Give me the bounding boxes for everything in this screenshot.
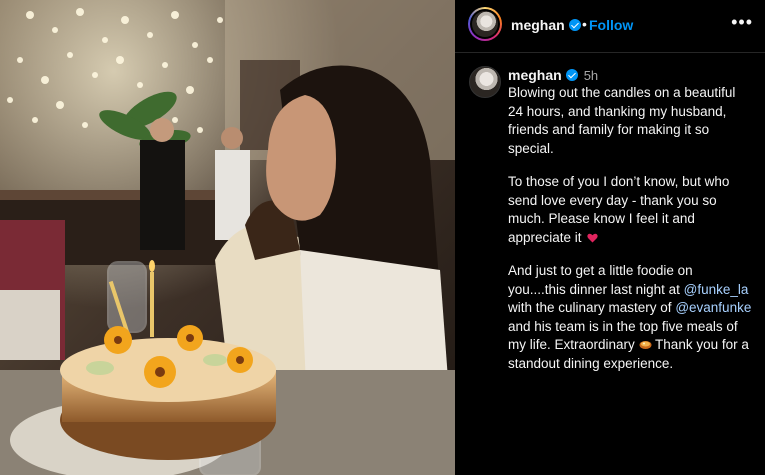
birthday-photo-illustration [0,0,455,475]
caption-paragraph-3b: with the culinary mastery of [508,300,676,315]
caption-avatar[interactable] [469,66,501,98]
caption-paragraph-3a: And just to get a little foodie on you..… [508,263,693,297]
mention-link-funke-la[interactable]: @funke_la [684,282,749,297]
post-photo[interactable] [0,0,455,475]
shallow-pan-food-emoji-icon [639,337,652,352]
red-heart-emoji-icon [587,233,598,243]
caption-paragraph-2-text: To those of you I don’t know, but who se… [508,174,730,245]
caption-text: Blowing out the candles on a beautiful 2… [508,84,754,388]
story-ring-avatar[interactable] [468,7,502,41]
verified-badge-icon [565,69,578,81]
caption-paragraph-2: To those of you I don’t know, but who se… [508,173,754,247]
caption-paragraph-3: And just to get a little foodie on you..… [508,262,754,373]
post-timestamp[interactable]: 5h [584,68,598,83]
more-options-icon[interactable]: ••• [731,13,753,31]
header-username-wrap[interactable]: meghan [511,17,581,33]
header-username[interactable]: meghan [511,17,565,33]
caption-header: meghan 5h [508,67,598,83]
post-header: meghan • Follow ••• [455,0,765,53]
header-separator: • [582,16,587,32]
follow-button[interactable]: Follow [589,17,633,33]
mention-link-evanfunke[interactable]: @evanfunke [675,300,751,315]
caption-paragraph-1: Blowing out the candles on a beautiful 2… [508,85,736,156]
caption-username[interactable]: meghan [508,67,562,83]
verified-badge-icon [568,19,581,31]
post-side-panel: meghan • Follow ••• meghan 5h Blowing out… [455,0,765,475]
avatar [472,11,498,37]
